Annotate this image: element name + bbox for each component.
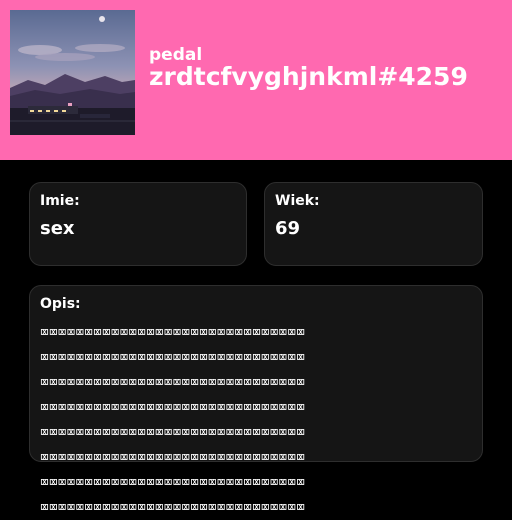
name-label: Imie:: [40, 193, 80, 209]
description-label: Opis:: [40, 296, 81, 312]
age-card: Wiek: 69: [264, 182, 483, 266]
name-card: Imie: sex: [29, 182, 247, 266]
avatar: [10, 10, 135, 135]
description-value: ⌧⌧⌧⌧⌧⌧⌧⌧⌧⌧⌧⌧⌧⌧⌧⌧⌧⌧⌧⌧⌧⌧⌧⌧⌧⌧⌧⌧⌧⌧ ⌧⌧⌧⌧⌧⌧⌧⌧⌧…: [40, 323, 305, 516]
age-value: 69: [275, 218, 301, 239]
name-value: sex: [40, 218, 75, 239]
username: zrdtcfvyghjnkml#4259: [149, 62, 468, 91]
age-label: Wiek:: [275, 193, 320, 209]
profile-header: pedal zrdtcfvyghjnkml#4259: [0, 0, 512, 160]
